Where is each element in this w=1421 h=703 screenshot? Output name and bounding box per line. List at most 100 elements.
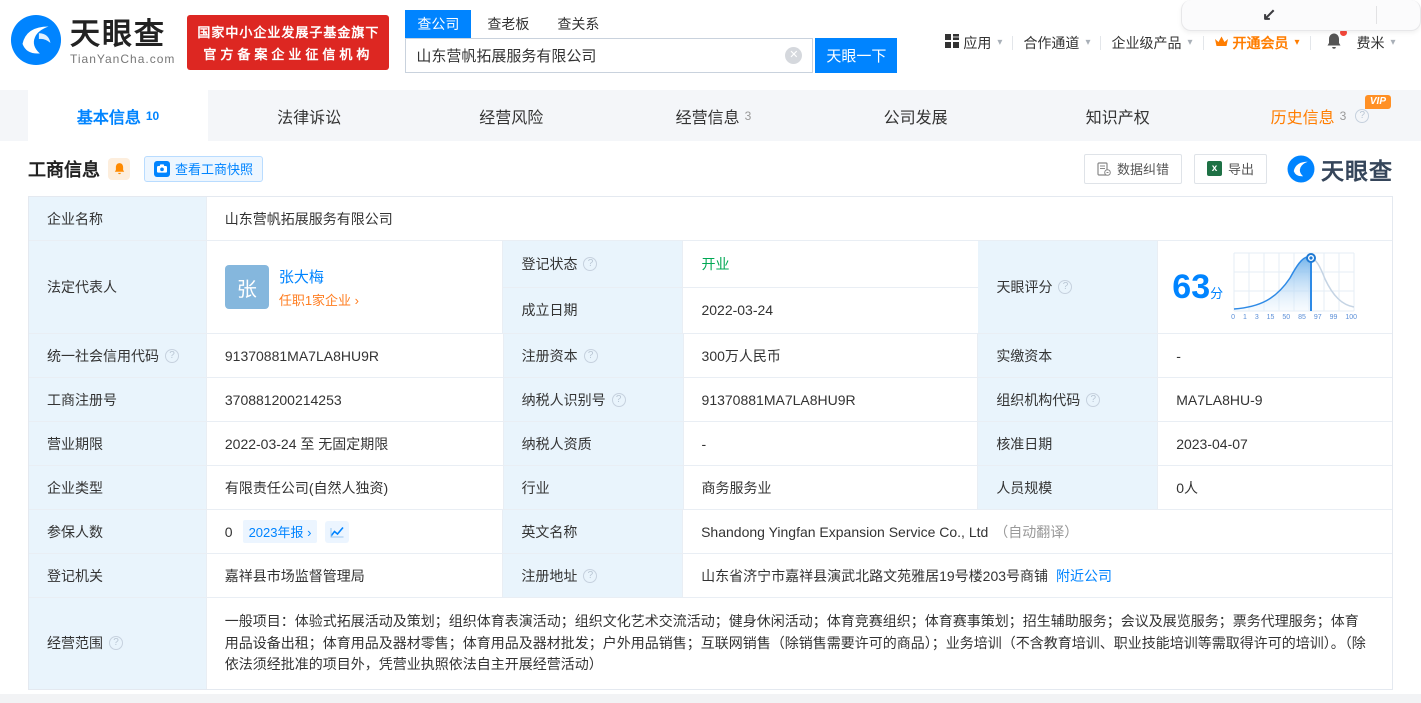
- export-button[interactable]: 导出: [1193, 153, 1267, 184]
- business-scope-value: 一般项目：体验式拓展活动及策划；组织体育表演活动；组织文化艺术交流活动；健身休闲…: [206, 598, 1392, 689]
- reg-address-value: 山东省济宁市嘉祥县演武北路文苑雅居19号楼203号商铺: [701, 567, 1049, 584]
- positions-link[interactable]: 任职1家企业 ›: [279, 290, 359, 309]
- reg-capital-value: 300万人民币: [683, 334, 979, 378]
- search-tab-relation[interactable]: 查关系: [545, 10, 611, 38]
- label-text: 统一社会信用代码: [47, 347, 159, 364]
- data-correction-button[interactable]: 数据纠错: [1083, 153, 1182, 184]
- business-term-label: 营业期限: [29, 422, 207, 466]
- reg-address-cell: 山东省济宁市嘉祥县演武北路文苑雅居19号楼203号商铺 附近公司: [683, 554, 1392, 598]
- legal-rep-name-link[interactable]: 张大梅: [279, 266, 359, 287]
- snapshot-button[interactable]: 查看工商快照: [144, 155, 264, 182]
- nav-user[interactable]: 费米: [1357, 33, 1396, 53]
- english-name-label: 英文名称: [503, 510, 684, 554]
- help-icon[interactable]: [109, 636, 123, 651]
- approval-date-label: 核准日期: [978, 422, 1159, 466]
- tab-ip[interactable]: 知识产权: [1017, 90, 1219, 141]
- tab-history[interactable]: VIP 历史信息 3: [1219, 90, 1421, 141]
- vip-badge: VIP: [1364, 95, 1391, 109]
- excel-icon: [1206, 161, 1222, 176]
- reg-capital-label: 注册资本: [503, 334, 684, 378]
- tab-basic-info[interactable]: 基本信息 10: [28, 90, 208, 141]
- help-icon[interactable]: [583, 256, 598, 271]
- nav-enterprise[interactable]: 企业级产品: [1111, 33, 1192, 53]
- nav-divider: [1012, 35, 1014, 50]
- tab-legal[interactable]: 法律诉讼: [208, 90, 410, 141]
- score-axis-labels: 0 1 3 15 50 85 97 99 100: [1231, 314, 1358, 321]
- paid-capital-value: -: [1158, 334, 1393, 378]
- nearby-companies-link[interactable]: 附近公司: [1056, 566, 1112, 586]
- search-button[interactable]: 天眼一下: [815, 38, 898, 73]
- score-value: 63: [1172, 268, 1211, 306]
- tab-risk[interactable]: 经营风险: [410, 90, 612, 141]
- credit-code-label: 统一社会信用代码: [29, 334, 207, 378]
- help-icon[interactable]: [611, 392, 626, 407]
- notification-bell[interactable]: [1325, 29, 1347, 53]
- search-tab-company[interactable]: 查公司: [405, 10, 472, 38]
- browser-overlay[interactable]: [1181, 0, 1421, 31]
- annual-report-link[interactable]: 2023年报 ›: [242, 520, 318, 543]
- taxpayer-id-value: 91370881MA7LA8HU9R: [683, 378, 979, 422]
- company-tabbar: 基本信息 10 法律诉讼 经营风险 经营信息 3 公司发展 知识产权 VIP 历…: [0, 90, 1421, 141]
- tab-label: 公司发展: [883, 109, 948, 127]
- snapshot-button-label: 查看工商快照: [175, 162, 254, 177]
- company-type-label: 企业类型: [29, 466, 207, 510]
- auto-translate-note: （自动翻译）: [994, 523, 1079, 540]
- table-row: 登记机关 嘉祥县市场监督管理局 注册地址 山东省济宁市嘉祥县演武北路文苑雅居19…: [29, 554, 1392, 598]
- reg-address-label: 注册地址: [503, 554, 684, 598]
- label-text: 登记状态: [521, 255, 578, 272]
- search-input[interactable]: [406, 47, 786, 64]
- overlay-divider: [1376, 6, 1378, 24]
- reg-authority-value: 嘉祥县市场监督管理局: [206, 554, 504, 598]
- business-term-value: 2022-03-24 至 无固定期限: [206, 422, 504, 466]
- nav-open-vip[interactable]: 开通会员: [1214, 33, 1300, 53]
- page-bottom-strip: [0, 693, 1421, 703]
- brand-name: 天眼查: [70, 17, 166, 51]
- help-icon[interactable]: [1086, 392, 1101, 407]
- nav-partner[interactable]: 合作通道: [1023, 33, 1090, 53]
- help-icon[interactable]: [583, 568, 598, 583]
- nav-apps[interactable]: 应用: [945, 33, 1002, 53]
- legal-rep-label: 法定代表人: [29, 241, 207, 334]
- org-code-label: 组织机构代码: [978, 378, 1159, 422]
- clear-search-icon[interactable]: [785, 47, 803, 64]
- badge-line1: 国家中小企业发展子基金旗下: [197, 25, 380, 40]
- trend-chart-icon[interactable]: [325, 520, 350, 543]
- monitor-bell-icon[interactable]: [108, 157, 130, 180]
- reg-number-label: 工商注册号: [29, 378, 207, 422]
- tab-count: 3: [1339, 108, 1347, 123]
- taxpayer-id-label: 纳税人识别号: [503, 378, 684, 422]
- site-header: 天眼查 TianYanCha.com 国家中小企业发展子基金旗下 官方备案企业征…: [0, 0, 1421, 77]
- english-name-value: Shandong Yingfan Expansion Service Co., …: [701, 523, 989, 540]
- org-code-value: MA7LA8HU-9: [1158, 378, 1393, 422]
- nav-divider: [1100, 35, 1102, 50]
- table-row: 企业名称 山东营帆拓展服务有限公司: [29, 197, 1392, 241]
- tab-operation[interactable]: 经营信息 3: [612, 90, 814, 141]
- search-tabs: 查公司 查老板 查关系: [405, 10, 897, 38]
- insured-count-cell: 0 2023年报 ›: [206, 510, 504, 554]
- reg-authority-label: 登记机关: [29, 554, 207, 598]
- help-icon[interactable]: [1058, 280, 1073, 294]
- label-text: 注册地址: [521, 567, 578, 584]
- certification-badge: 国家中小企业发展子基金旗下 官方备案企业征信机构: [187, 15, 390, 70]
- arrow-down-left-icon[interactable]: [1262, 5, 1276, 25]
- establish-date-value: 2022-03-24: [683, 287, 979, 334]
- help-icon[interactable]: [165, 348, 179, 363]
- label-text: 经营范围: [47, 635, 103, 652]
- crown-icon: [1214, 35, 1229, 51]
- taxpayer-quality-label: 纳税人资质: [503, 422, 684, 466]
- reg-number-value: 370881200214253: [206, 378, 504, 422]
- company-type-value: 有限责任公司(自然人独资): [206, 466, 504, 510]
- label-text: 天眼评分: [996, 279, 1053, 295]
- tab-development[interactable]: 公司发展: [815, 90, 1017, 141]
- business-scope-label: 经营范围: [29, 598, 207, 689]
- avatar[interactable]: 张: [224, 265, 269, 309]
- reg-status-label: 登记状态: [503, 241, 684, 288]
- help-icon[interactable]: [1355, 108, 1370, 123]
- search-input-wrap: [405, 38, 814, 73]
- search-tab-boss[interactable]: 查老板: [475, 10, 541, 38]
- tianyancha-logo[interactable]: 天眼查 TianYanCha.com: [10, 14, 175, 71]
- table-row: 经营范围 一般项目：体验式拓展活动及策划；组织体育表演活动；组织文化艺术交流活动…: [29, 598, 1392, 689]
- help-icon[interactable]: [583, 348, 598, 363]
- industry-value: 商务服务业: [683, 466, 979, 510]
- search-block: 查公司 查老板 查关系 天眼一下: [405, 10, 898, 73]
